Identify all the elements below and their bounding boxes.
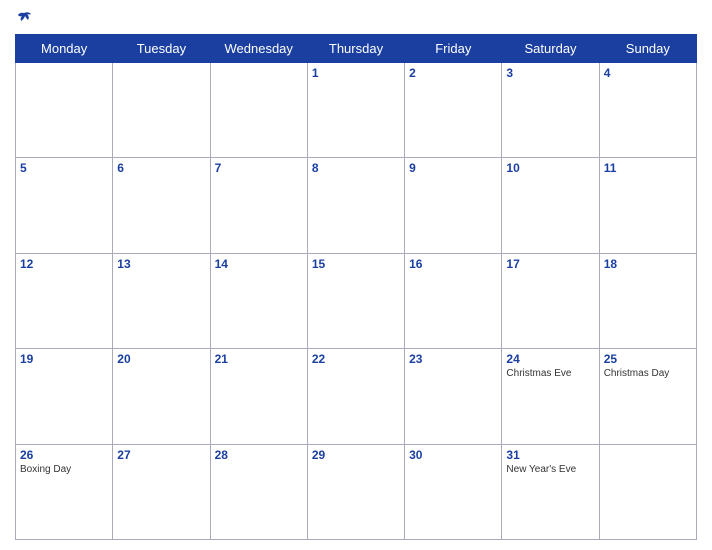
calendar-body: 123456789101112131415161718192021222324C… [16,63,697,540]
day-number: 9 [409,161,497,175]
day-number: 7 [215,161,303,175]
calendar-day-cell: 8 [307,158,404,253]
calendar-day-cell: 12 [16,253,113,348]
day-number: 5 [20,161,108,175]
day-number: 21 [215,352,303,366]
holiday-name: Christmas Day [604,368,692,379]
day-number: 3 [506,66,594,80]
calendar-week-row: 19 20 21 22 23 24 Christmas Eve 25 Christmas Day [16,349,697,444]
calendar-day-cell [16,63,113,158]
calendar-day-cell: 11 [599,158,696,253]
day-number: 22 [312,352,400,366]
weekday-header-cell: Wednesday [210,35,307,63]
calendar-day-cell: 6 [113,158,210,253]
day-number: 18 [604,257,692,271]
calendar-week-row: 1234 [16,63,697,158]
calendar-day-cell: 2 [405,63,502,158]
calendar-day-cell: 15 [307,253,404,348]
day-number: 11 [604,161,692,175]
day-number: 30 [409,448,497,462]
day-number: 23 [409,352,497,366]
holiday-name: Christmas Eve [506,368,594,379]
calendar-day-cell [599,444,696,539]
calendar-day-cell [113,63,210,158]
day-number: 6 [117,161,205,175]
day-number: 16 [409,257,497,271]
calendar-day-cell: 31 New Year's Eve [502,444,599,539]
day-number: 14 [215,257,303,271]
day-number: 20 [117,352,205,366]
weekday-header-cell: Friday [405,35,502,63]
day-number: 27 [117,448,205,462]
day-number: 19 [20,352,108,366]
calendar-day-cell: 23 [405,349,502,444]
day-number: 28 [215,448,303,462]
day-number: 26 [20,448,108,462]
weekday-header-row: MondayTuesdayWednesdayThursdayFridaySatu… [16,35,697,63]
calendar-day-cell: 5 [16,158,113,253]
calendar-week-row: 26 Boxing Day 27 28 29 30 31 New Year's Eve [16,444,697,539]
calendar-day-cell: 7 [210,158,307,253]
day-number: 17 [506,257,594,271]
calendar-day-cell: 24 Christmas Eve [502,349,599,444]
calendar-day-cell: 20 [113,349,210,444]
weekday-header-cell: Thursday [307,35,404,63]
day-number: 1 [312,66,400,80]
calendar-day-cell: 16 [405,253,502,348]
calendar-day-cell: 14 [210,253,307,348]
calendar-day-cell: 22 [307,349,404,444]
weekday-header-cell: Tuesday [113,35,210,63]
calendar-week-row: 12 13 14 15 16 17 18 [16,253,697,348]
day-number: 15 [312,257,400,271]
day-number: 31 [506,448,594,462]
day-number: 24 [506,352,594,366]
weekday-header-cell: Saturday [502,35,599,63]
weekday-header-cell: Sunday [599,35,696,63]
page-header [15,10,697,28]
holiday-name: Boxing Day [20,464,108,475]
day-number: 29 [312,448,400,462]
calendar-day-cell: 4 [599,63,696,158]
calendar-day-cell: 25 Christmas Day [599,349,696,444]
calendar-day-cell: 3 [502,63,599,158]
day-number: 10 [506,161,594,175]
logo-bird-icon [15,10,33,28]
calendar-day-cell: 19 [16,349,113,444]
calendar-day-cell [210,63,307,158]
calendar-day-cell: 28 [210,444,307,539]
calendar-day-cell: 18 [599,253,696,348]
calendar-day-cell: 30 [405,444,502,539]
calendar-day-cell: 1 [307,63,404,158]
calendar-day-cell: 26 Boxing Day [16,444,113,539]
calendar-day-cell: 21 [210,349,307,444]
day-number: 25 [604,352,692,366]
day-number: 13 [117,257,205,271]
calendar-day-cell: 10 [502,158,599,253]
day-number: 12 [20,257,108,271]
day-number: 2 [409,66,497,80]
calendar-day-cell: 9 [405,158,502,253]
calendar-day-cell: 17 [502,253,599,348]
holiday-name: New Year's Eve [506,464,594,475]
logo [15,10,33,28]
day-number: 8 [312,161,400,175]
calendar-week-row: 56789 10 11 [16,158,697,253]
calendar-day-cell: 29 [307,444,404,539]
calendar-day-cell: 13 [113,253,210,348]
calendar-day-cell: 27 [113,444,210,539]
day-number: 4 [604,66,692,80]
calendar-table: MondayTuesdayWednesdayThursdayFridaySatu… [15,34,697,540]
weekday-header-cell: Monday [16,35,113,63]
